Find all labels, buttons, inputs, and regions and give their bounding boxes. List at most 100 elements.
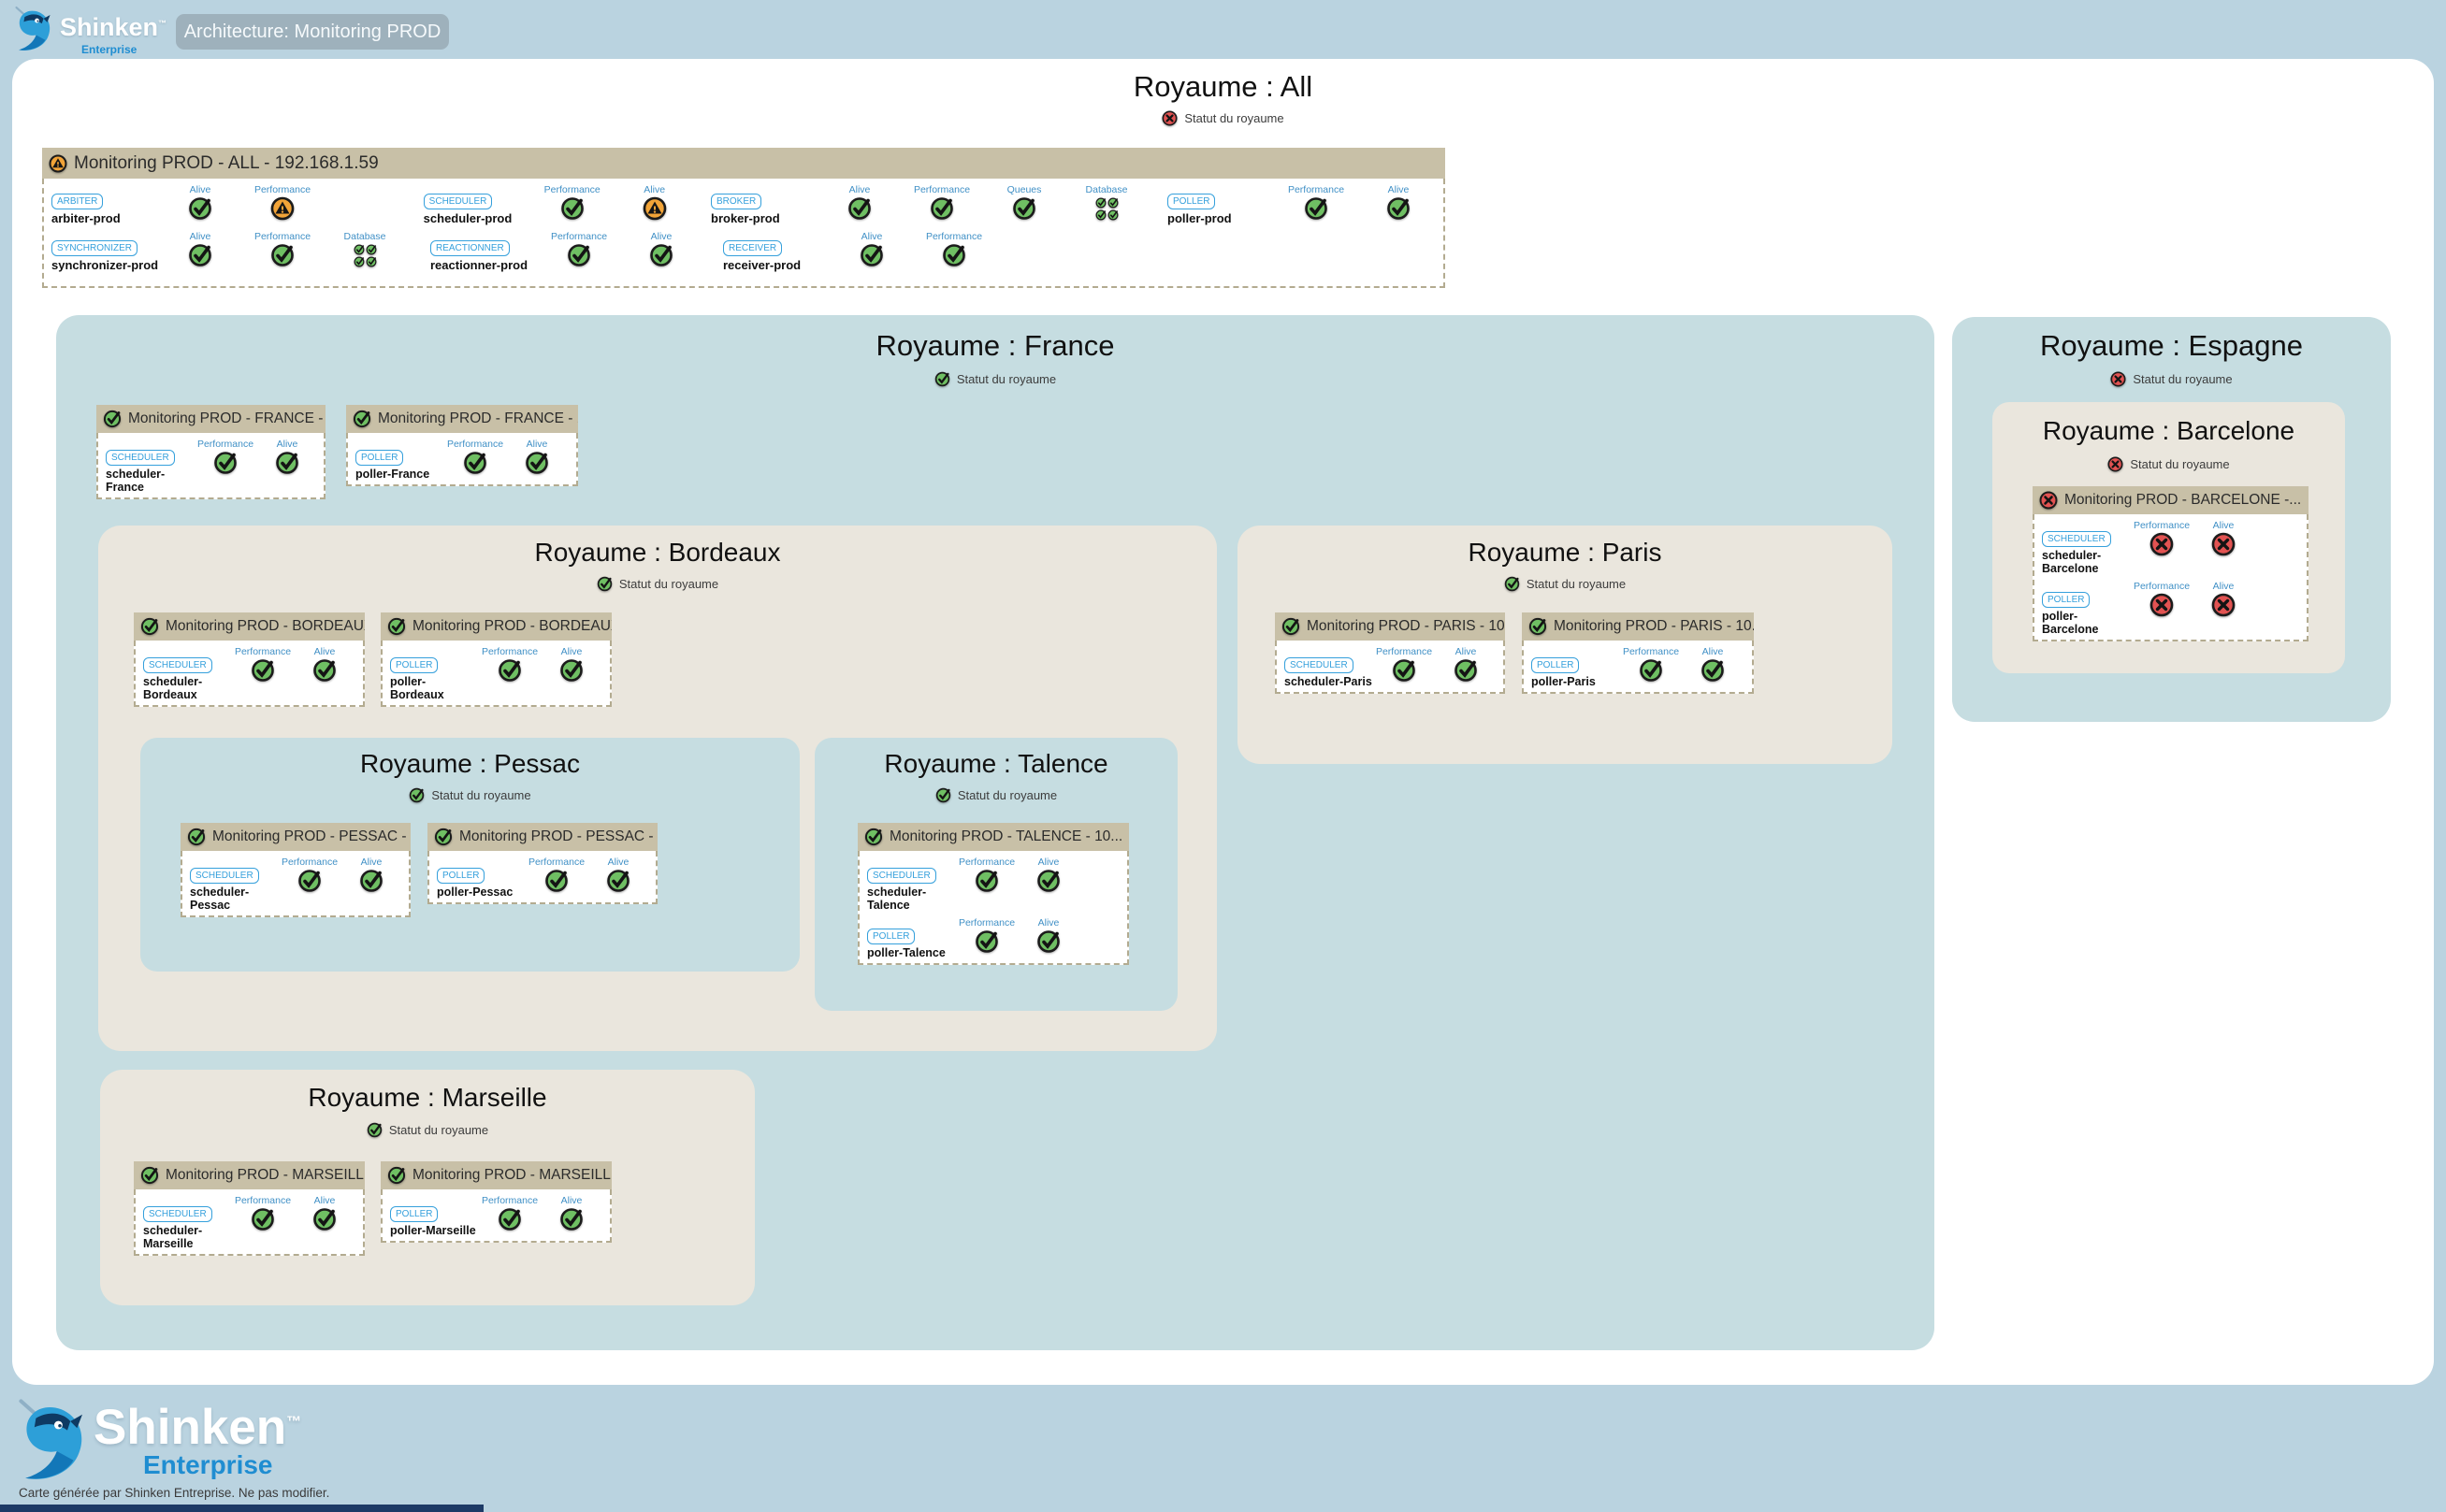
host-card-body: ARBITERarbiter-prodAlivePerformanceSCHED… [42, 179, 1445, 288]
check-label: Alive [1038, 917, 1060, 929]
status-ok-icon [275, 451, 299, 475]
host-card-header: Monitoring PROD - MARSEILLE - ... [134, 1161, 365, 1189]
host-card-marseille-2[interactable]: Monitoring PROD - MARSEILLE - ...POLLERp… [381, 1161, 612, 1243]
realm-status-france: Statut du royaume [56, 371, 1934, 387]
realm-title-pessac: Royaume : Pessac [140, 749, 800, 779]
host-title: Monitoring PROD - BARCELONE -... [2064, 492, 2301, 509]
component-scheduler-Paris: SCHEDULERscheduler-ParisPerformanceAlive [1284, 646, 1497, 688]
host-card-talence[interactable]: Monitoring PROD - TALENCE - 10... SCHEDUL… [858, 823, 1129, 965]
host-card-paris-2[interactable]: Monitoring PROD - PARIS - 10.0.2.2POLLER… [1522, 612, 1754, 694]
host-card-bordeaux-2[interactable]: Monitoring PROD - BORDEAUX - ... POLLER po… [381, 612, 612, 707]
component-name: poller-Bordeaux [390, 675, 479, 701]
status-ok-icon [1392, 658, 1416, 683]
status-ok-icon [213, 451, 238, 475]
status-ok-icon [140, 617, 159, 636]
status-ok-icon [463, 451, 487, 475]
check-label: Alive [361, 857, 383, 868]
check-label: Alive [2213, 581, 2235, 592]
status-ok-icon [1012, 196, 1036, 221]
host-title: Monitoring PROD - BORDEAUX - ... [412, 618, 612, 635]
host-card-header: Monitoring PROD - FRANCE - 10.... [96, 405, 326, 433]
status-ok-icon [942, 243, 966, 267]
app-logo[interactable]: Shinken™ Enterprise [13, 6, 181, 60]
host-title: Monitoring PROD - PARIS - 10.0.2.1 [1307, 618, 1505, 635]
host-card-pessac-1[interactable]: Monitoring PROD - PESSAC - 10.0...SCHEDU… [181, 823, 411, 917]
host-card-pessac-2[interactable]: Monitoring PROD - PESSAC - 10.0...POLLER… [427, 823, 658, 904]
status-ok-icon [251, 658, 275, 683]
component-scheduler-Pessac: SCHEDULERscheduler-PessacPerformanceAliv… [190, 857, 402, 912]
check-label: Alive [608, 857, 630, 868]
status-ok-icon [140, 1166, 159, 1185]
host-card-bordeaux-1[interactable]: Monitoring PROD - BORDEAUX - ...SCHEDULE… [134, 612, 365, 707]
component-scheduler-Talence: SCHEDULERscheduler-TalencePerformanceAli… [867, 857, 1079, 912]
component-type-badge: SYNCHRONIZER [51, 240, 137, 256]
check-label: Alive [314, 1195, 336, 1206]
component-type-badge: POLLER [390, 1206, 438, 1222]
status-ok-icon [188, 243, 212, 267]
check-label: Alive [314, 646, 336, 657]
host-card-body: SCHEDULERscheduler-PessacPerformanceAliv… [181, 851, 411, 917]
check-label: Performance [1623, 646, 1679, 657]
realm-panel-barcelone: Royaume : Barcelone Statut du royaume Mo… [1992, 402, 2345, 673]
check-performance: Performance [956, 917, 1018, 954]
status-ok-icon [1701, 658, 1725, 683]
component-name: poller-Barcelone [2042, 610, 2131, 636]
check-label: Performance [447, 439, 503, 450]
realm-title-talence: Royaume : Talence [815, 749, 1178, 779]
trademark-symbol: ™ [158, 19, 166, 28]
status-critical-icon [2149, 532, 2174, 556]
architecture-title-pill: Architecture: Monitoring PROD [176, 14, 449, 50]
realm-status-label: Statut du royaume [1184, 111, 1283, 125]
status-ok-quad-icon [1094, 196, 1119, 221]
host-card-header: Monitoring PROD - MARSEILLE - ... [381, 1161, 612, 1189]
check-label: Performance [959, 857, 1015, 868]
check-label: Performance [914, 184, 970, 195]
realm-status-espagne: Statut du royaume [1952, 371, 2391, 387]
component-scheduler-Marseille: SCHEDULERscheduler-MarseillePerformanceA… [143, 1195, 355, 1250]
realm-title-paris: Royaume : Paris [1237, 538, 1892, 568]
component-type-badge: BROKER [711, 194, 761, 209]
check-label: Performance [959, 917, 1015, 929]
host-card-paris-1[interactable]: Monitoring PROD - PARIS - 10.0.2.1 SCHEDU… [1275, 612, 1505, 694]
shinken-fish-icon-footer [15, 1395, 90, 1489]
status-ok-icon [935, 787, 951, 803]
realm-status-barcelone: Statut du royaume [1992, 456, 2345, 472]
component-name: broker-prod [711, 211, 780, 225]
check-label: Performance [235, 1195, 291, 1206]
status-ok-icon [187, 828, 206, 846]
check-performance: Performance [1620, 646, 1682, 683]
component-name: poller-Pessac [437, 886, 513, 899]
component-type-badge: POLLER [355, 450, 403, 466]
component-type-badge: POLLER [437, 868, 485, 884]
footer-brand-subtitle: Enterprise [143, 1450, 273, 1480]
check-label: Performance [2134, 520, 2190, 531]
check-performance: Performance [232, 1195, 294, 1231]
component-receiver-prod: RECEIVERreceiver-prodAlivePerformance [723, 231, 1188, 272]
footer-accent-bar [0, 1505, 484, 1512]
check-label: Performance [254, 231, 311, 242]
host-card-france-2[interactable]: Monitoring PROD - FRANCE - 10....POLLERp… [346, 405, 578, 486]
host-card-monitoring-prod-all[interactable]: Monitoring PROD - ALL - 192.168.1.59ARBI… [42, 148, 1445, 288]
host-title: Monitoring PROD - TALENCE - 10... [890, 828, 1122, 845]
host-card-marseille-1[interactable]: Monitoring PROD - MARSEILLE - ... SCHEDUL… [134, 1161, 365, 1256]
check-alive: Alive [294, 1195, 355, 1231]
host-card-header: Monitoring PROD - BORDEAUX - ... [134, 612, 365, 641]
check-label: Alive [1455, 646, 1477, 657]
component-name: synchronizer-prod [51, 258, 158, 272]
status-ok-icon [1386, 196, 1411, 221]
check-alive: Alive [256, 439, 318, 475]
check-performance: Performance [195, 439, 256, 475]
component-type-badge: POLLER [390, 657, 438, 673]
check-performance: Performance [2131, 581, 2193, 617]
host-card-barcelone[interactable]: Monitoring PROD - BARCELONE -...SCHEDULE… [2033, 486, 2309, 641]
status-ok-icon [560, 196, 585, 221]
host-card-header: Monitoring PROD - PARIS - 10.0.2.1 [1275, 612, 1505, 641]
host-card-france-1[interactable]: Monitoring PROD - FRANCE - 10....SCHEDUL… [96, 405, 326, 499]
component-broker-prod: BROKERbroker-prodAlivePerformanceQueuesD… [711, 184, 1167, 225]
status-ok-icon [1304, 196, 1328, 221]
check-performance: Performance [241, 184, 324, 221]
check-label: Performance [254, 184, 311, 195]
check-label: Performance [235, 646, 291, 657]
host-card-header: Monitoring PROD - BORDEAUX - ... [381, 612, 612, 641]
check-alive: Alive [2193, 581, 2254, 617]
